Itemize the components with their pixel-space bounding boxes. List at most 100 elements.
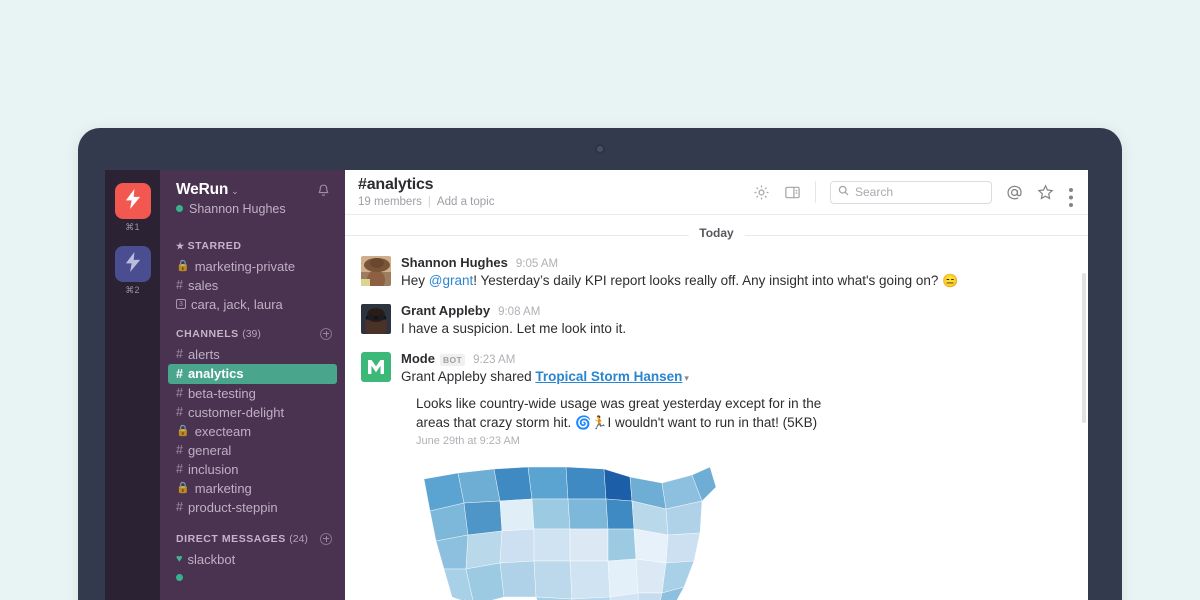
user-mention[interactable]: @grant	[429, 273, 473, 288]
attachment-text-b: I wouldn't want to run in that! (5KB)	[607, 415, 818, 430]
sidebar-item-product-steppin[interactable]: # product-steppin	[160, 498, 345, 517]
webcam-dot	[595, 144, 605, 154]
channel-meta: 19 members | Add a topic	[358, 196, 494, 208]
sidebar-item-label: sales	[187, 277, 219, 293]
add-topic-link[interactable]: Add a topic	[437, 196, 495, 208]
current-user[interactable]: Shannon Hughes	[176, 202, 286, 216]
star-icon: ★	[176, 240, 185, 251]
sidebar-item-label: customer-delight	[187, 404, 285, 420]
sidebar-item-alerts[interactable]: # alerts	[160, 345, 345, 364]
heart-icon: ♥	[176, 552, 183, 565]
main-panel: #analytics 19 members | Add a topic Sear…	[345, 170, 1088, 600]
split-panel-icon[interactable]	[784, 184, 801, 201]
plus-circle-icon[interactable]	[320, 532, 332, 545]
laptop-screen: ⌘1 ⌘2 WeRun ⌄ Shannon Hughes ★ STARRED 🔒…	[105, 170, 1088, 600]
attachment-timestamp: June 29th at 9:23 AM	[416, 435, 520, 447]
avatar[interactable]	[361, 304, 391, 334]
chevron-down-icon[interactable]: ▾	[684, 373, 689, 383]
lock-icon: 🔒	[176, 481, 190, 494]
sidebar-item-label: analytics	[187, 365, 244, 381]
member-count[interactable]: 19 members	[358, 196, 422, 208]
bell-icon[interactable]	[316, 183, 331, 198]
message-author[interactable]: Shannon Hughes	[401, 255, 508, 270]
message-body: Grant Appleby 9:08 AM I have a suspicion…	[401, 303, 1072, 338]
sidebar-item-label: slackbot	[187, 551, 236, 567]
message-timestamp: 9:08 AM	[498, 306, 541, 318]
sidebar-item-beta-testing[interactable]: # beta-testing	[160, 384, 345, 403]
avatar[interactable]	[361, 256, 391, 286]
message-author[interactable]: Mode	[401, 351, 435, 366]
bot-badge: BOT	[439, 354, 466, 366]
header-actions	[739, 180, 1074, 207]
message-body: Mode BOT 9:23 AM Grant Appleby shared Tr…	[401, 351, 1072, 600]
hash-icon: #	[176, 461, 183, 476]
message-meta: Grant Appleby 9:08 AM	[401, 303, 1072, 318]
at-mention-icon[interactable]	[1006, 184, 1023, 201]
lock-icon: 🔒	[176, 424, 190, 437]
search-box[interactable]	[830, 180, 992, 204]
message-item: Mode BOT 9:23 AM Grant Appleby shared Tr…	[345, 347, 1088, 600]
sidebar-section-direct-messages: DIRECT MESSAGES (24)	[160, 532, 345, 545]
avatar[interactable]	[361, 352, 391, 382]
message-text: Hey @grant! Yesterday’s daily KPI report…	[401, 271, 1072, 290]
gear-icon[interactable]	[753, 184, 770, 201]
dm-label: DIRECT MESSAGES	[176, 532, 286, 545]
message-author[interactable]: Grant Appleby	[401, 303, 490, 318]
presence-online-icon	[176, 573, 183, 581]
message-text-pre: Hey	[401, 273, 429, 288]
hash-icon: #	[176, 499, 183, 514]
star-icon[interactable]	[1037, 183, 1054, 201]
sidebar-item-sales[interactable]: # sales	[160, 276, 345, 295]
message-scrollbar[interactable]	[1082, 273, 1086, 423]
search-input[interactable]	[855, 185, 984, 199]
sidebar-section-starred: ★ STARRED	[160, 240, 345, 252]
sidebar-item-inclusion[interactable]: # inclusion	[160, 460, 345, 479]
share-prefix: Grant Appleby shared	[401, 369, 536, 384]
lightning-bolt-icon	[125, 188, 141, 214]
workspace-switcher-2[interactable]	[114, 246, 151, 282]
sidebar-item-marketing[interactable]: 🔒 marketing	[160, 479, 345, 498]
channel-header: #analytics 19 members | Add a topic	[345, 170, 1088, 215]
sidebar-item-analytics[interactable]: # analytics	[168, 363, 337, 384]
sidebar-item-label: execteam	[194, 423, 252, 439]
shared-report-link[interactable]: Tropical Storm Hansen	[535, 369, 682, 384]
attachment-text: Looks like country-wide usage was great …	[416, 394, 846, 432]
sidebar-item-general[interactable]: # general	[160, 441, 345, 460]
header-divider	[815, 181, 816, 203]
workspace-switcher-1[interactable]	[114, 183, 151, 219]
sidebar-item-execteam[interactable]: 🔒 execteam	[160, 422, 345, 441]
sidebar-item-customer-delight[interactable]: # customer-delight	[160, 403, 345, 422]
sidebar-item-group-dm[interactable]: 3 cara, jack, laura	[160, 295, 345, 314]
message-timestamp: 9:05 AM	[515, 258, 559, 270]
message-list[interactable]: Today Shannon Hughes 9:05 AM Hey @grant!…	[345, 215, 1088, 600]
sidebar-item-slackbot[interactable]: ♥ slackbot	[160, 550, 345, 569]
channels-count: (39)	[242, 327, 261, 340]
workspace-shortcut-1: ⌘1	[125, 222, 140, 232]
day-divider-label: Today	[688, 226, 745, 240]
hash-icon: #	[176, 277, 183, 292]
chevron-down-icon: ⌄	[231, 186, 239, 196]
message-item: Grant Appleby 9:08 AM I have a suspicion…	[345, 299, 1088, 338]
sidebar-item-label: alerts	[187, 346, 220, 362]
screenshot-stage: ⌘1 ⌘2 WeRun ⌄ Shannon Hughes ★ STARRED 🔒…	[0, 0, 1200, 600]
hash-icon: #	[176, 385, 183, 400]
emoji-neutral-face: 😑	[942, 273, 959, 288]
message-body: Shannon Hughes 9:05 AM Hey @grant! Yeste…	[401, 255, 1072, 290]
current-user-name: Shannon Hughes	[189, 201, 286, 216]
hash-icon: #	[176, 346, 183, 361]
plus-circle-icon[interactable]	[320, 327, 332, 340]
search-icon	[838, 183, 849, 201]
presence-online-icon	[176, 205, 183, 213]
sidebar-header[interactable]: WeRun ⌄ Shannon Hughes	[160, 170, 345, 224]
kebab-menu-icon[interactable]	[1068, 184, 1074, 207]
sidebar-item-marketing-private[interactable]: 🔒 marketing-private	[160, 257, 345, 276]
workspace-shortcut-2: ⌘2	[125, 285, 140, 295]
team-name[interactable]: WeRun ⌄	[176, 181, 286, 199]
workspace-rail: ⌘1 ⌘2	[105, 170, 160, 600]
sidebar: WeRun ⌄ Shannon Hughes ★ STARRED 🔒 marke…	[160, 170, 345, 600]
message-meta: Shannon Hughes 9:05 AM	[401, 255, 1072, 270]
attachment: Looks like country-wide usage was great …	[401, 394, 1072, 600]
laptop-frame: ⌘1 ⌘2 WeRun ⌄ Shannon Hughes ★ STARRED 🔒…	[78, 128, 1122, 600]
sidebar-item-label: beta-testing	[187, 385, 256, 401]
us-county-choropleth-map[interactable]	[416, 457, 746, 600]
